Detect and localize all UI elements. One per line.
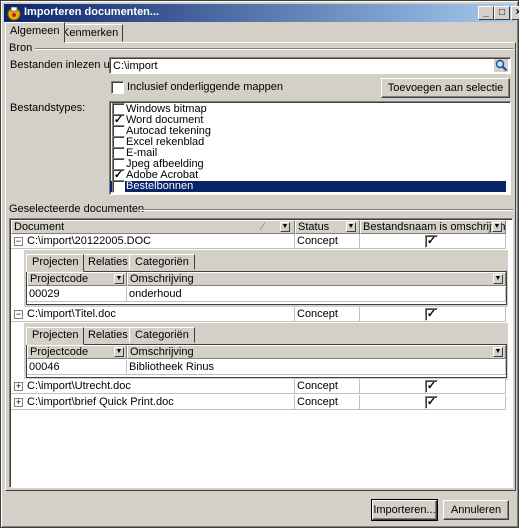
file-types-list[interactable]: Windows bitmap ✓ Word document Autocad t…	[109, 101, 511, 195]
subtab-categorien[interactable]: Categoriën	[129, 254, 195, 270]
sort-icon: ∕	[262, 221, 264, 233]
subtab-relaties[interactable]: Relaties	[82, 254, 134, 270]
column-header-projectcode-label: Projectcode	[30, 346, 89, 358]
include-subfolders-label: Inclusief onderliggende mappen	[127, 81, 283, 93]
expand-icon[interactable]: +	[14, 398, 23, 407]
column-header-projectcode-label: Projectcode	[30, 273, 89, 285]
column-header-filename-desc-label: Bestandsnaam is omschrijving	[363, 221, 506, 233]
file-type-label: Bestelbonnen	[126, 180, 194, 192]
chevron-down-icon[interactable]: ▼	[114, 274, 124, 284]
column-header-omschrijving[interactable]: Omschrijving ▼	[127, 345, 506, 359]
table-cell-status[interactable]: Concept	[295, 379, 360, 394]
chevron-down-icon[interactable]: ▼	[280, 222, 290, 232]
filename-desc-checkbox[interactable]: ✓	[425, 396, 438, 409]
expand-icon[interactable]: +	[14, 382, 23, 391]
table-row-document[interactable]: + C:\import\Utrecht.doc	[11, 379, 295, 394]
filename-desc-checkbox[interactable]: ✓	[425, 380, 438, 393]
title-bar[interactable]: Importeren documenten... _ □ ×	[4, 4, 519, 22]
import-button[interactable]: Importeren...	[371, 499, 438, 521]
document-path: C:\import\brief Quick Print.doc	[27, 396, 174, 408]
tab-kenmerken[interactable]: Kenmerken	[57, 24, 124, 42]
subtab-relaties[interactable]: Relaties	[82, 327, 134, 343]
bron-group-header: Bron	[9, 42, 514, 54]
chevron-down-icon[interactable]: ▼	[493, 274, 503, 284]
collapse-icon[interactable]: −	[14, 237, 23, 246]
column-header-filename-desc[interactable]: Bestandsnaam is omschrijving ▼	[360, 220, 506, 234]
selected-docs-group-header: Geselecteerde documenten	[9, 203, 514, 215]
table-cell-filename-desc[interactable]: ✓	[360, 379, 506, 394]
selected-docs-group-label: Geselecteerde documenten	[9, 203, 145, 215]
browse-button[interactable]	[494, 59, 508, 72]
table-cell-filename-desc[interactable]: ✓	[360, 395, 506, 410]
table-cell-status[interactable]: Concept	[295, 395, 360, 410]
table-cell-omschrijving[interactable]: Bibliotheek Rinus	[127, 360, 506, 375]
search-icon	[494, 59, 508, 72]
table-row-document[interactable]: − C:\import\20122005.DOC	[11, 234, 295, 249]
subtab-projecten[interactable]: Projecten	[26, 327, 85, 345]
table-cell-projectcode[interactable]: 00046	[27, 360, 127, 375]
table-cell-omschrijving[interactable]: onderhoud	[127, 287, 506, 302]
chevron-down-icon[interactable]: ▼	[493, 347, 503, 357]
cancel-button[interactable]: Annuleren	[443, 500, 509, 520]
maximize-button[interactable]: □	[494, 6, 510, 20]
column-header-omschrijving-label: Omschrijving	[130, 346, 194, 358]
chevron-down-icon[interactable]: ▼	[346, 222, 356, 232]
column-header-status[interactable]: Status ▼	[295, 220, 360, 234]
minimize-button[interactable]: _	[478, 6, 494, 20]
selected-docs-divider	[139, 209, 513, 211]
column-header-document[interactable]: Document ∕ ▼	[11, 220, 295, 234]
column-header-projectcode[interactable]: Projectcode ▼	[27, 272, 127, 286]
file-type-item[interactable]: Excel rekenblad	[110, 136, 506, 149]
path-input-value: C:\import	[113, 60, 158, 72]
subtab-projecten[interactable]: Projecten	[26, 254, 85, 272]
document-path: C:\import\20122005.DOC	[27, 235, 152, 247]
table-cell-projectcode[interactable]: 00029	[27, 287, 127, 302]
column-header-omschrijving[interactable]: Omschrijving ▼	[127, 272, 506, 286]
table-row-document[interactable]: + C:\import\brief Quick Print.doc	[11, 395, 295, 410]
projects-grid[interactable]: Projectcode ▼ Omschrijving ▼ 00029 onder…	[26, 271, 507, 305]
document-path: C:\import\Titel.doc	[27, 308, 116, 320]
column-header-projectcode[interactable]: Projectcode ▼	[27, 345, 127, 359]
chevron-down-icon[interactable]: ▼	[492, 222, 502, 232]
bron-divider	[35, 48, 513, 50]
filename-desc-checkbox[interactable]: ✓	[425, 235, 438, 248]
file-types-label: Bestandstypes:	[10, 102, 86, 114]
chevron-down-icon[interactable]: ▼	[114, 347, 124, 357]
projects-grid[interactable]: Projectcode ▼ Omschrijving ▼ 00046 Bibli…	[26, 344, 507, 378]
table-cell-filename-desc[interactable]: ✓	[360, 234, 506, 249]
window-title: Importeren documenten...	[24, 6, 160, 18]
filename-desc-checkbox[interactable]: ✓	[425, 308, 438, 321]
include-subfolders-checkbox[interactable]	[111, 81, 124, 94]
add-to-selection-button[interactable]: Toevoegen aan selectie	[381, 78, 510, 98]
documents-grid[interactable]: Document ∕ ▼ Status ▼ Bestandsnaam is om…	[9, 218, 513, 488]
path-input[interactable]: C:\import	[109, 57, 511, 74]
tab-algemeen[interactable]: Algemeen	[5, 22, 65, 43]
column-header-document-label: Document	[14, 221, 65, 233]
subtab-categorien[interactable]: Categoriën	[129, 327, 195, 343]
bron-group-label: Bron	[9, 42, 33, 54]
document-details-panel: Projecten Relaties Categoriën Projectcod…	[24, 323, 508, 380]
import-dialog: Importeren documenten... _ □ × Algemeen …	[0, 0, 519, 528]
column-header-omschrijving-label: Omschrijving	[130, 273, 194, 285]
collapse-icon[interactable]: −	[14, 310, 23, 319]
path-label: Bestanden inlezen uit:	[10, 59, 119, 71]
document-details-panel: Projecten Relaties Categoriën Projectcod…	[24, 250, 508, 307]
app-icon	[7, 6, 21, 21]
table-cell-status[interactable]: Concept	[295, 234, 360, 249]
table-row-document[interactable]: − C:\import\Titel.doc	[11, 307, 295, 322]
close-button[interactable]: ×	[511, 6, 519, 20]
document-path: C:\import\Utrecht.doc	[27, 380, 131, 392]
column-header-status-label: Status	[298, 221, 330, 233]
file-type-checkbox[interactable]: ✓	[112, 180, 125, 193]
table-cell-status[interactable]: Concept	[295, 307, 360, 322]
table-cell-filename-desc[interactable]: ✓	[360, 307, 506, 322]
file-type-item-selected[interactable]: ✓ Bestelbonnen	[110, 180, 506, 193]
